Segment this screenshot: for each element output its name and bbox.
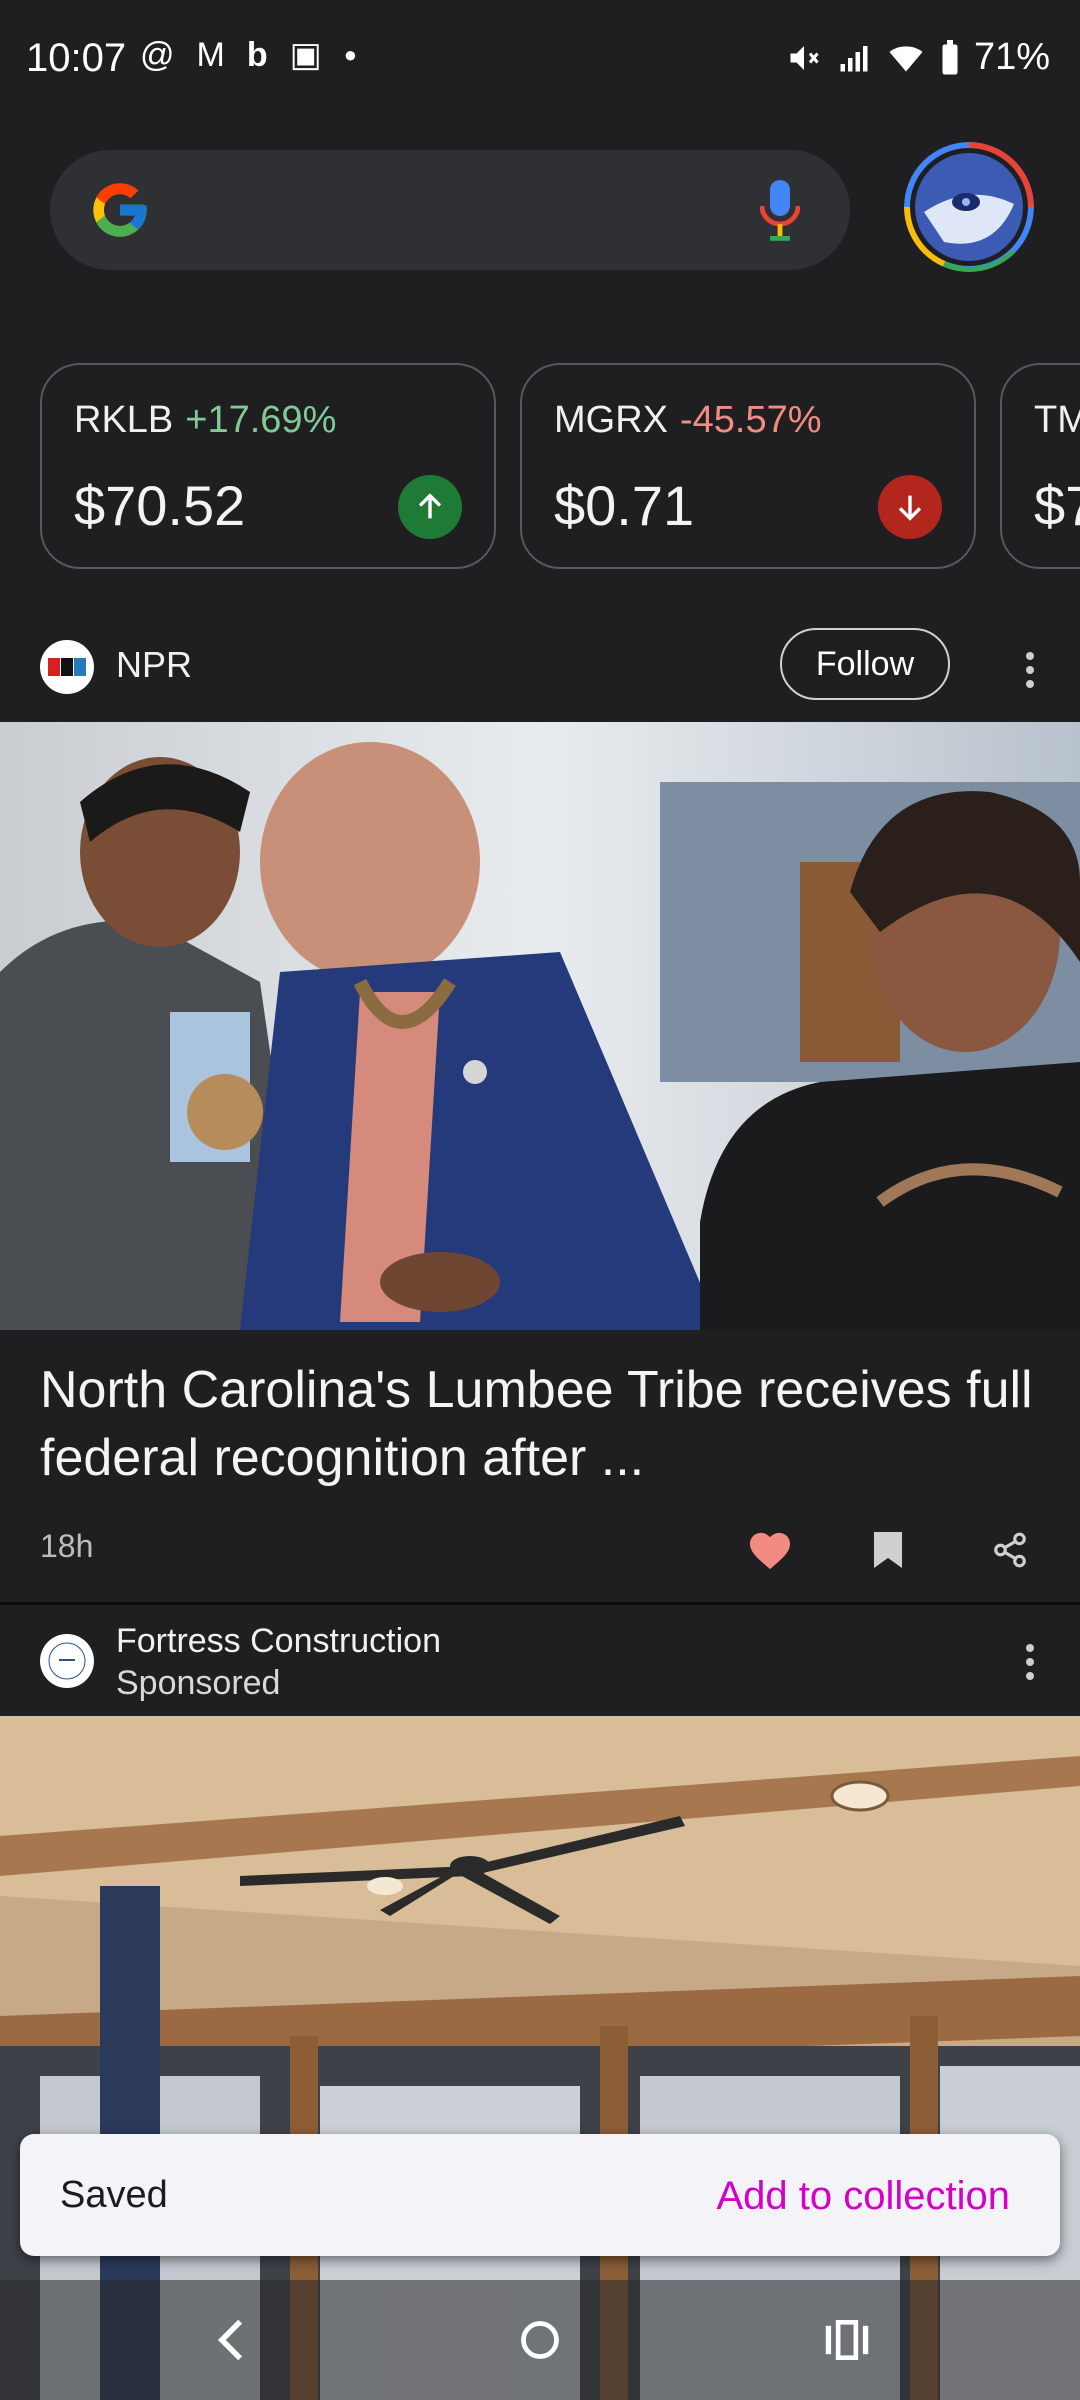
follow-button[interactable]: Follow <box>780 628 950 700</box>
battery-percent: 71% <box>973 36 1050 78</box>
google-logo-icon <box>93 183 147 237</box>
stock-symbol: MGRX -45.57% <box>554 399 822 441</box>
article-time: 18h <box>40 1528 94 1564</box>
heart-icon[interactable] <box>740 1520 800 1580</box>
stock-symbol: TM <box>1034 399 1080 441</box>
article-headline[interactable]: North Carolina's Lumbee Tribe receives f… <box>40 1356 1050 1492</box>
system-status: 71% <box>786 36 1050 79</box>
phone-app-icon: ▣ <box>289 36 322 74</box>
add-to-collection-button[interactable]: Add to collection <box>716 2174 1010 2219</box>
stock-symbol: RKLB +17.69% <box>74 399 337 441</box>
microphone-icon[interactable] <box>760 178 800 242</box>
stock-price: $7 <box>1034 474 1080 537</box>
more-options-icon[interactable] <box>1010 1632 1050 1692</box>
arrow-down-icon <box>878 475 942 539</box>
publisher-row: NPR Follow <box>0 620 1080 720</box>
article-image[interactable] <box>0 722 1080 1330</box>
share-icon[interactable] <box>980 1520 1040 1580</box>
threads-icon: @ <box>140 36 175 74</box>
stock-change: +17.69% <box>185 399 337 441</box>
arrow-up-icon <box>398 475 462 539</box>
home-icon[interactable] <box>505 2310 575 2370</box>
stock-card-tm[interactable]: TM $7 <box>1000 363 1080 569</box>
bookmark-icon[interactable] <box>858 1520 918 1580</box>
advertiser-logo-icon <box>40 1634 94 1688</box>
notification-icons: @ M b ▣ ● <box>140 38 357 72</box>
article-meta-row: 18h <box>0 1510 1080 1590</box>
dot-icon: ● <box>343 42 358 67</box>
battery-icon <box>942 39 958 74</box>
signal-icon <box>840 45 868 71</box>
system-nav-bar <box>0 2280 1080 2400</box>
stock-card-mgrx[interactable]: MGRX -45.57% $0.71 <box>520 363 976 569</box>
npr-logo-icon <box>40 640 94 694</box>
card-divider <box>0 1602 1080 1605</box>
more-options-icon[interactable] <box>1010 640 1050 700</box>
bing-icon: b <box>246 36 268 74</box>
advertiser-name: Fortress Construction <box>116 1622 441 1660</box>
stock-cards: RKLB +17.69% $70.52 MGRX -45.57% $0.71 TM … <box>40 363 1080 573</box>
google-search-bar[interactable] <box>50 150 850 270</box>
gmail-icon: M <box>196 36 225 74</box>
wifi-icon <box>889 45 923 71</box>
stock-price: $0.71 <box>554 474 695 537</box>
sponsored-row: Fortress Construction Sponsored <box>0 1610 1080 1715</box>
stock-card-rklb[interactable]: RKLB +17.69% $70.52 <box>40 363 496 569</box>
mute-icon <box>790 45 819 70</box>
sponsored-label: Sponsored <box>116 1664 281 1702</box>
back-icon[interactable] <box>196 2310 266 2370</box>
snackbar-message: Saved <box>60 2174 168 2216</box>
account-avatar[interactable] <box>904 142 1034 272</box>
stock-change: -45.57% <box>680 399 822 441</box>
publisher-name: NPR <box>116 644 193 685</box>
saved-snackbar: Saved Add to collection <box>20 2134 1060 2256</box>
status-time: 10:07 <box>26 36 127 80</box>
stock-price: $70.52 <box>74 474 246 537</box>
recents-icon[interactable] <box>812 2310 882 2370</box>
status-bar: 10:07 @ M b ▣ ● 71% <box>0 0 1080 124</box>
